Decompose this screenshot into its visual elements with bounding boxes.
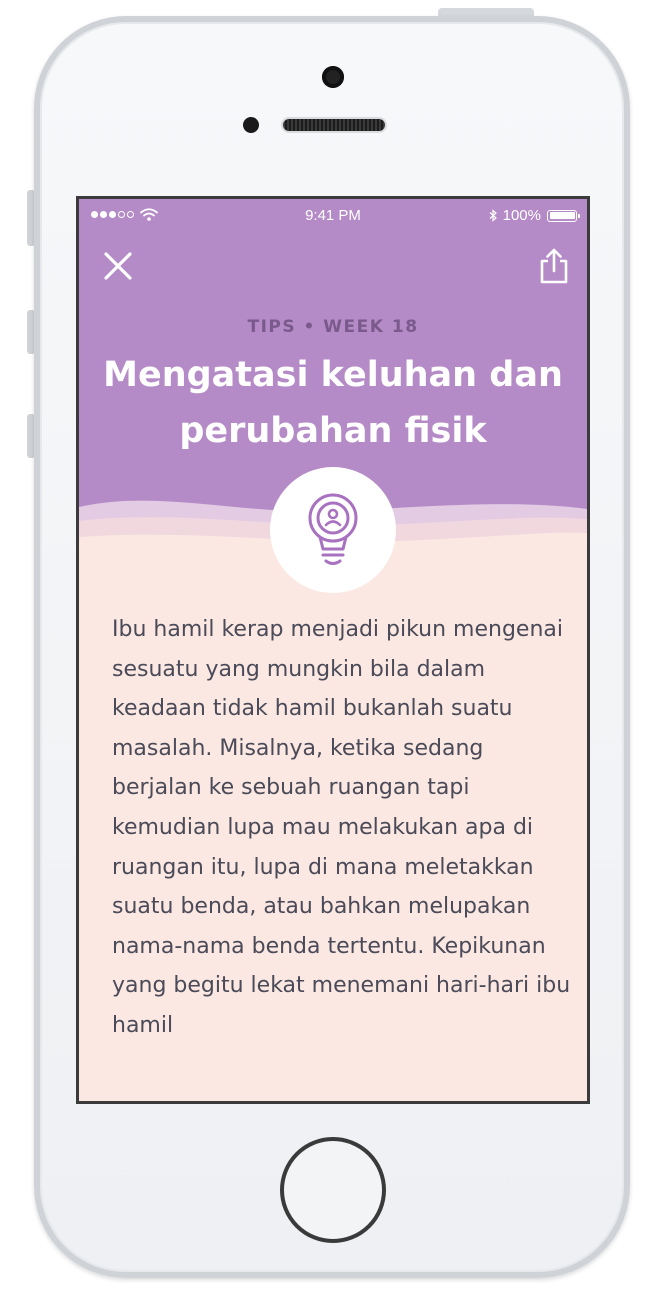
earpiece-speaker — [281, 117, 387, 133]
close-icon[interactable] — [101, 249, 135, 283]
article-body: Ibu hamil kerap menjadi pikun mengenai s… — [112, 617, 571, 1038]
share-icon[interactable] — [537, 247, 571, 285]
device-mockup: 9:41 PM 100% TIPS • WEEK 18 Mengatasi ke… — [0, 0, 662, 1296]
article-category: TIPS • WEEK 18 — [247, 317, 419, 337]
status-bar: 9:41 PM 100% — [79, 199, 587, 235]
battery-icon — [547, 209, 580, 222]
battery-percent: 100% — [502, 207, 541, 224]
feature-icon-badge — [270, 467, 396, 593]
proximity-sensor — [243, 117, 259, 133]
app-screen: 9:41 PM 100% TIPS • WEEK 18 Mengatasi ke… — [76, 196, 590, 1104]
lightbulb-person-icon — [308, 493, 358, 565]
home-button[interactable] — [280, 1137, 386, 1243]
page-title: Mengatasi keluhan dan perubahan fisik — [103, 355, 563, 451]
bluetooth-icon — [489, 209, 497, 222]
battery-indicator: 100% — [489, 207, 580, 224]
front-camera — [322, 66, 344, 88]
